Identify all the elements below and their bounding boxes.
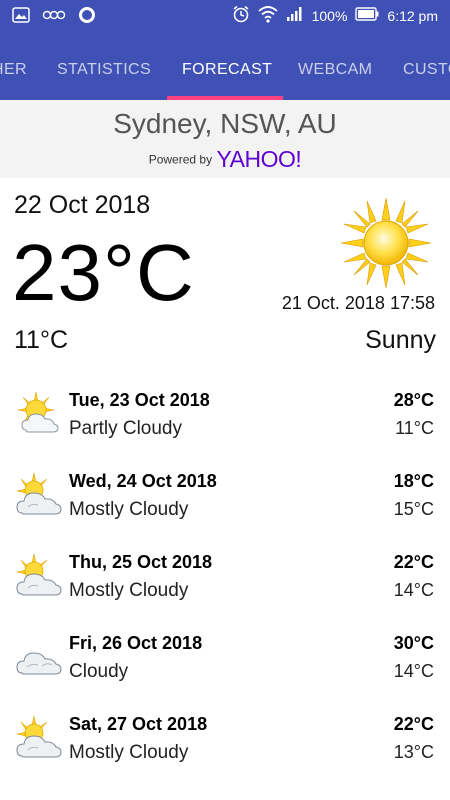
forecast-condition: Mostly Cloudy (69, 742, 189, 763)
tab-forecast[interactable]: FORECAST (182, 61, 272, 79)
forecast-low: 13°C (393, 742, 434, 762)
status-bar-right: 100% 6:12 pm (232, 5, 438, 26)
forecast-date: Sat, 27 Oct 2018 (69, 714, 208, 734)
forecast-row[interactable]: Thu, 25 Oct 2018 Mostly Cloudy 22°C 14°C (0, 542, 450, 623)
forecast-date: Wed, 24 Oct 2018 (69, 471, 217, 491)
cloudy-icon (14, 633, 64, 683)
tab-webcam[interactable]: WEBCAM (298, 61, 372, 79)
yahoo-logo: YAHOO! (216, 146, 302, 172)
powered-by-label: Powered by (148, 152, 213, 167)
clock: 6:12 pm (387, 7, 438, 24)
alarm-icon (232, 5, 250, 26)
status-bar: 100% 6:12 pm (0, 0, 450, 30)
battery-icon (355, 7, 379, 24)
forecast-date: Thu, 25 Oct 2018 (69, 552, 213, 572)
mostly-cloudy-icon (14, 714, 64, 764)
forecast-high: 28°C (393, 390, 434, 410)
forecast-date: Fri, 26 Oct 2018 (69, 633, 203, 653)
image-icon (12, 7, 30, 28)
battery-percent: 100% (311, 7, 348, 24)
forecast-condition: Partly Cloudy (69, 418, 182, 439)
forecast-list: Tue, 23 Oct 2018 Partly Cloudy 28°C 11°C… (0, 380, 450, 785)
forecast-high: 22°C (393, 552, 434, 572)
tab-custom[interactable]: CUSTO (403, 61, 450, 79)
forecast-low: 14°C (393, 661, 434, 681)
tab-bar: HER STATISTICS FORECAST WEBCAM CUSTO (0, 30, 450, 100)
forecast-row[interactable]: Tue, 23 Oct 2018 Partly Cloudy 28°C 11°C (0, 380, 450, 461)
last-updated: 21 Oct. 2018 17:58 (281, 293, 435, 313)
current-date: 22 Oct 2018 (14, 191, 151, 219)
tab-statistics[interactable]: STATISTICS (57, 61, 151, 79)
mostly-cloudy-icon (14, 552, 64, 602)
voicemail-icon (42, 8, 66, 27)
current-condition: Sunny (365, 326, 436, 354)
signal-icon (286, 6, 304, 25)
forecast-high: 30°C (393, 633, 434, 653)
current-temperature: 23°C (12, 228, 195, 317)
status-bar-left (12, 6, 96, 29)
city-name: Sydney, NSW, AU (113, 108, 337, 139)
circle-icon (78, 6, 96, 29)
forecast-low: 11°C (395, 418, 434, 438)
forecast-row[interactable]: Sat, 27 Oct 2018 Mostly Cloudy 22°C 13°C (0, 704, 450, 785)
sun-icon (339, 196, 433, 290)
location-header: Sydney, NSW, AU Powered by YAHOO! (0, 100, 450, 178)
mostly-cloudy-icon (14, 471, 64, 521)
forecast-condition: Mostly Cloudy (69, 499, 189, 520)
wifi-icon (257, 5, 278, 26)
forecast-date: Tue, 23 Oct 2018 (69, 390, 210, 410)
forecast-row[interactable]: Fri, 26 Oct 2018 Cloudy 30°C 14°C (0, 623, 450, 704)
forecast-condition: Cloudy (69, 661, 129, 682)
forecast-low: 14°C (393, 580, 434, 600)
forecast-row[interactable]: Wed, 24 Oct 2018 Mostly Cloudy 18°C 15°C (0, 461, 450, 542)
partly-cloudy-icon (14, 390, 64, 440)
forecast-high: 18°C (393, 471, 434, 491)
forecast-low: 15°C (393, 499, 434, 519)
tab-weather[interactable]: HER (0, 61, 27, 79)
forecast-condition: Mostly Cloudy (69, 580, 189, 601)
current-low: 11°C (14, 326, 69, 354)
forecast-high: 22°C (393, 714, 434, 734)
powered-by-yahoo[interactable]: Powered by YAHOO! (0, 146, 450, 173)
